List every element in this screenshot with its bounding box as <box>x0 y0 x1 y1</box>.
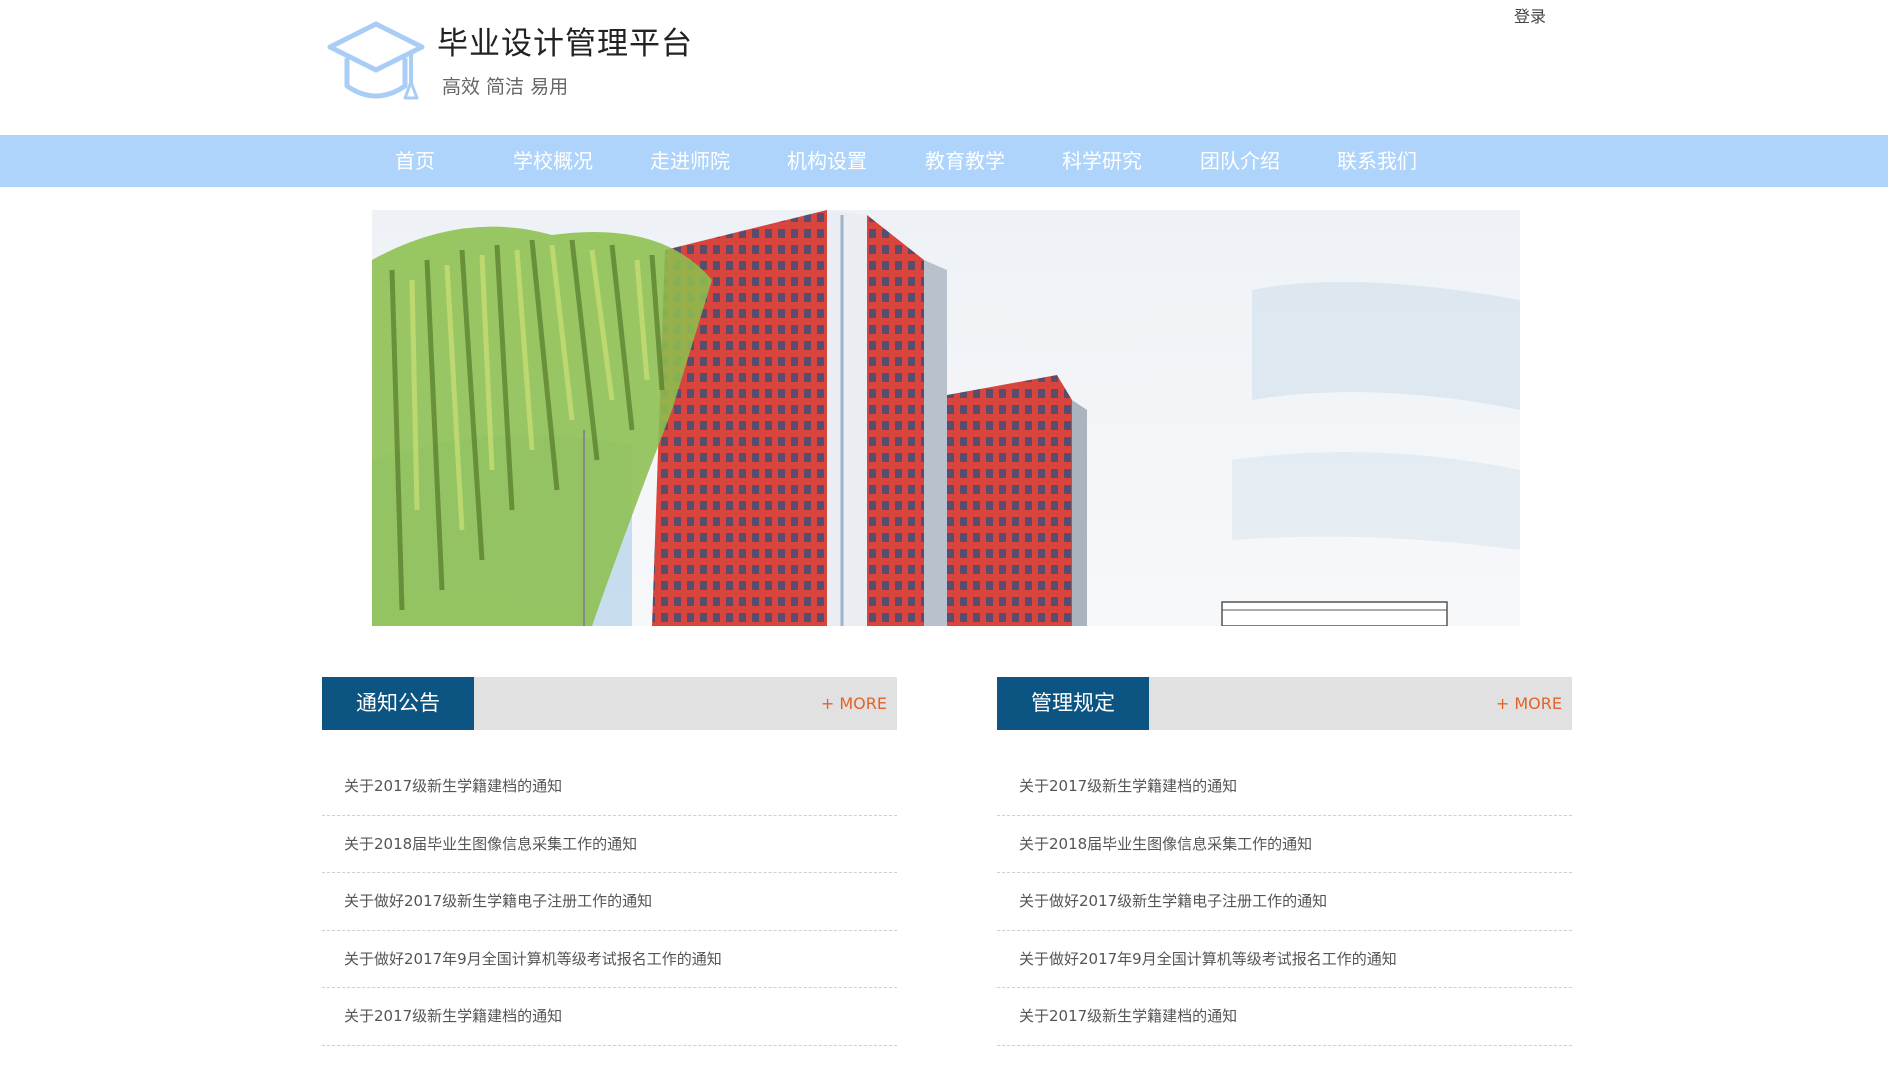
notice-more-link[interactable]: + MORE <box>821 677 887 730</box>
notice-panel-header: 通知公告 + MORE <box>322 677 897 730</box>
list-item[interactable]: 关于2018届毕业生图像信息采集工作的通知 <box>997 816 1572 873</box>
notice-list: 关于2017级新生学籍建档的通知 关于2018届毕业生图像信息采集工作的通知 关… <box>322 758 897 1066</box>
login-link[interactable]: 登录 <box>1514 3 1546 27</box>
campus-banner-image <box>372 210 1520 626</box>
nav-item-home[interactable]: 首页 <box>395 135 435 187</box>
list-item[interactable]: 关于做好2017年9月全国计算机等级考试报名工作的通知 <box>997 931 1572 988</box>
list-item[interactable]: 关于2018届毕业生图像信息采集工作的通知 <box>322 1046 897 1066</box>
list-item[interactable]: 关于2017级新生学籍建档的通知 <box>322 758 897 816</box>
nav-item-team[interactable]: 团队介绍 <box>1200 135 1280 187</box>
campus-building-illustration <box>372 210 1520 626</box>
graduation-cap-icon[interactable] <box>327 20 425 106</box>
list-item[interactable]: 关于做好2017级新生学籍电子注册工作的通知 <box>322 873 897 931</box>
site-header: 毕业设计管理平台 高效 简洁 易用 登录 <box>0 0 1888 135</box>
list-item[interactable]: 关于2017级新生学籍建档的通知 <box>997 988 1572 1046</box>
regulations-list: 关于2017级新生学籍建档的通知 关于2018届毕业生图像信息采集工作的通知 关… <box>997 758 1572 1066</box>
nav-item-research[interactable]: 科学研究 <box>1062 135 1142 187</box>
list-item[interactable]: 关于2018届毕业生图像信息采集工作的通知 <box>997 1046 1572 1066</box>
regulations-panel-header: 管理规定 + MORE <box>997 677 1572 730</box>
regulations-more-link[interactable]: + MORE <box>1496 677 1562 730</box>
list-item[interactable]: 关于做好2017年9月全国计算机等级考试报名工作的通知 <box>322 931 897 988</box>
main-nav: 首页 学校概况 走进师院 机构设置 教育教学 科学研究 团队介绍 联系我们 <box>0 135 1888 187</box>
nav-item-education[interactable]: 教育教学 <box>925 135 1005 187</box>
notice-panel-title: 通知公告 <box>322 677 474 730</box>
nav-item-contact[interactable]: 联系我们 <box>1337 135 1417 187</box>
nav-item-departments[interactable]: 机构设置 <box>787 135 867 187</box>
site-title: 毕业设计管理平台 <box>437 26 693 62</box>
list-item[interactable]: 关于2018届毕业生图像信息采集工作的通知 <box>322 816 897 873</box>
nav-item-school-overview[interactable]: 学校概况 <box>513 135 593 187</box>
regulations-panel-title: 管理规定 <box>997 677 1149 730</box>
list-item[interactable]: 关于2017级新生学籍建档的通知 <box>997 758 1572 816</box>
nav-item-about-college[interactable]: 走进师院 <box>650 135 730 187</box>
list-item[interactable]: 关于做好2017级新生学籍电子注册工作的通知 <box>997 873 1572 931</box>
notice-panel: 通知公告 + MORE 关于2017级新生学籍建档的通知 关于2018届毕业生图… <box>322 677 897 1066</box>
site-slogan: 高效 简洁 易用 <box>442 76 569 98</box>
list-item[interactable]: 关于2017级新生学籍建档的通知 <box>322 988 897 1046</box>
regulations-panel: 管理规定 + MORE 关于2017级新生学籍建档的通知 关于2018届毕业生图… <box>997 677 1572 1066</box>
